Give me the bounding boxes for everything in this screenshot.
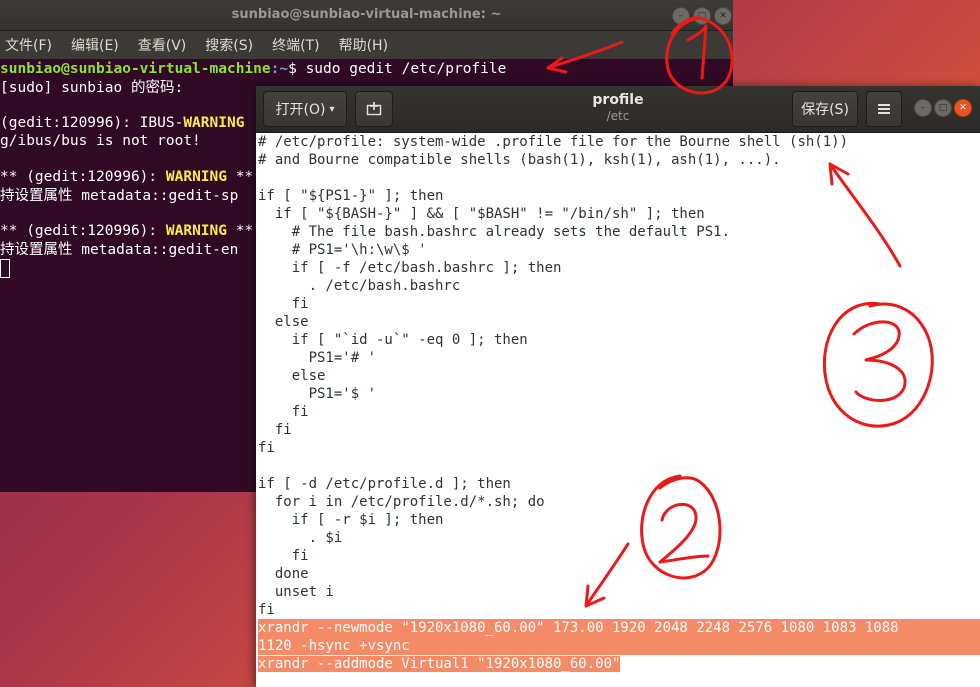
code-line: done xyxy=(258,566,309,582)
code-line: if [ "${PS1-}" ]; then xyxy=(258,188,444,204)
maximize-icon[interactable]: □ xyxy=(693,7,711,25)
code-line: for i in /etc/profile.d/*.sh; do xyxy=(258,494,545,510)
minimize-icon[interactable]: – xyxy=(672,7,690,25)
code-line: # PS1='\h:\w\$ ' xyxy=(258,242,427,258)
code-line: fi xyxy=(258,440,275,456)
terminal-command: sudo gedit /etc/profile xyxy=(305,61,507,77)
code-line: else xyxy=(258,368,326,384)
code-line: fi xyxy=(258,422,292,438)
text-cursor xyxy=(0,258,10,278)
code-line-selected: xrandr --newmode "1920x1080_60.00" 173.0… xyxy=(258,619,980,637)
code-line: fi xyxy=(258,602,275,618)
gedit-headerbar[interactable]: 打开(O) ▾ profile /etc 保存(S) – □ ✕ xyxy=(256,86,980,133)
code-line: if [ -d /etc/profile.d ]; then xyxy=(258,476,511,492)
menu-edit[interactable]: 编辑(E) xyxy=(68,35,122,55)
terminal-title: sunbiao@sunbiao-virtual-machine: ~ xyxy=(231,7,502,22)
gedit-window-controls: – □ ✕ xyxy=(914,99,972,117)
menu-icon xyxy=(878,104,890,114)
menu-view[interactable]: 查看(V) xyxy=(135,35,190,55)
menu-file[interactable]: 文件(F) xyxy=(2,35,55,55)
text-editor-area[interactable]: # /etc/profile: system-wide .profile fil… xyxy=(256,133,980,673)
close-icon[interactable]: ✕ xyxy=(954,99,972,117)
code-line: . /etc/bash.bashrc xyxy=(258,278,461,294)
save-button[interactable]: 保存(S) xyxy=(792,91,858,127)
code-line: PS1='# ' xyxy=(258,350,377,366)
code-line: unset i xyxy=(258,584,334,600)
terminal-menubar: 文件(F) 编辑(E) 查看(V) 搜索(S) 终端(T) 帮助(H) xyxy=(0,31,733,59)
warning-label: WARNING xyxy=(165,169,227,185)
warning-label: WARNING xyxy=(183,115,245,131)
selected-text: xrandr --addmode Virtual1 "1920x1080_60.… xyxy=(258,656,621,672)
code-line: . $i xyxy=(258,530,343,546)
code-line: if [ "${BASH-}" ] && [ "$BASH" != "/bin/… xyxy=(258,206,705,222)
code-line: fi xyxy=(258,296,309,312)
prompt-user: sunbiao@sunbiao-virtual-machine xyxy=(0,61,271,77)
output-text: ** (gedit:120996): xyxy=(0,223,166,239)
close-icon[interactable]: ✕ xyxy=(714,7,732,25)
menu-terminal[interactable]: 终端(T) xyxy=(269,35,322,55)
terminal-window-controls: – □ ✕ xyxy=(672,7,732,25)
terminal-titlebar[interactable]: sunbiao@sunbiao-virtual-machine: ~ – □ ✕ xyxy=(0,0,733,31)
code-line: if [ -f /etc/bash.bashrc ]; then xyxy=(258,260,562,276)
gedit-window: 打开(O) ▾ profile /etc 保存(S) – □ ✕ # /etc/… xyxy=(256,86,980,687)
code-line-selected-partial: xrandr --addmode Virtual1 "1920x1080_60.… xyxy=(258,655,980,673)
save-button-label: 保存(S) xyxy=(801,102,849,118)
maximize-icon[interactable]: □ xyxy=(934,99,952,117)
code-line: fi xyxy=(258,404,309,420)
code-line-selected: 1120 -hsync +vsync xyxy=(258,637,980,655)
code-line: # and Bourne compatible shells (bash(1),… xyxy=(258,152,781,168)
code-line: fi xyxy=(258,548,309,564)
warning-label: WARNING xyxy=(165,223,227,239)
code-line: # The file bash.bashrc already sets the … xyxy=(258,224,731,240)
terminal-command-line: sunbiao@sunbiao-virtual-machine:~$ sudo … xyxy=(0,60,733,78)
output-text: ** xyxy=(226,223,254,239)
code-line: # /etc/profile: system-wide .profile fil… xyxy=(258,134,849,150)
code-line: if [ -r $i ]; then xyxy=(258,512,444,528)
code-line: else xyxy=(258,314,309,330)
output-text: ** (gedit:120996): xyxy=(0,169,166,185)
hamburger-menu-button[interactable] xyxy=(866,91,902,127)
prompt-path: :~ xyxy=(270,61,289,77)
code-line: PS1='$ ' xyxy=(258,386,377,402)
code-line: if [ "`id -u`" -eq 0 ]; then xyxy=(258,332,528,348)
output-text: ** xyxy=(226,169,254,185)
output-text: (gedit:120996): IBUS- xyxy=(0,115,184,131)
prompt-symbol: $ xyxy=(288,61,306,77)
menu-help[interactable]: 帮助(H) xyxy=(336,35,391,55)
menu-search[interactable]: 搜索(S) xyxy=(202,35,256,55)
minimize-icon[interactable]: – xyxy=(914,99,932,117)
